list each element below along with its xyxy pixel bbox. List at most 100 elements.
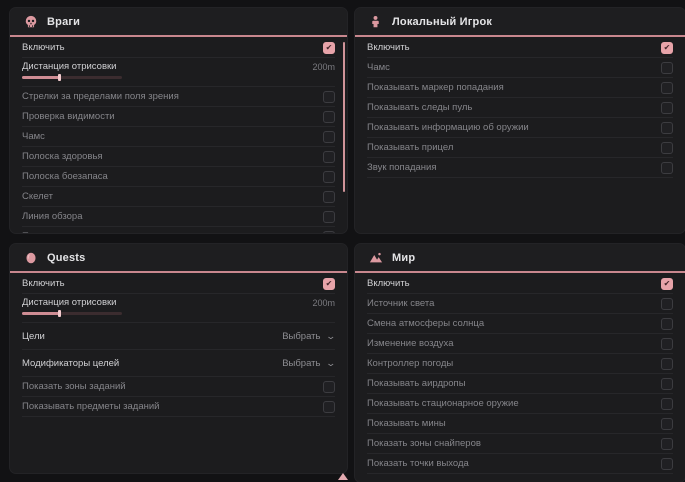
panel-title: Quests <box>47 252 86 264</box>
panel-title: Мир <box>392 252 415 264</box>
row-label: Дистанция отрисовки <box>22 61 116 72</box>
panel-quests-body: Включить ✔ Дистанция отрисовки200m Цели Выбр… <box>10 273 347 417</box>
checkbox[interactable] <box>661 102 673 114</box>
checkbox[interactable] <box>323 171 335 183</box>
panel-title: Враги <box>47 16 80 28</box>
scrollbar[interactable] <box>343 42 345 192</box>
row-checkbox[interactable]: Показать зоны заданий <box>22 377 335 397</box>
row-label: Показывать прицел <box>367 142 453 153</box>
row-label: Показывать маркер попадания <box>367 82 504 93</box>
checkbox[interactable] <box>323 151 335 163</box>
row-checkbox[interactable]: Показывать аирдропы <box>367 374 673 394</box>
panel-title: Локальный Игрок <box>392 16 492 28</box>
checkbox[interactable] <box>661 62 673 74</box>
checkbox[interactable] <box>323 111 335 123</box>
settings-screen: Враги Включить ✔ Дистанция отрисовки 200m Ст… <box>0 0 685 482</box>
slider-value: 200m <box>312 298 335 308</box>
checkbox[interactable]: ✔ <box>661 42 673 54</box>
checkbox[interactable] <box>661 398 673 410</box>
slider-fill <box>22 312 60 315</box>
checkbox[interactable] <box>661 378 673 390</box>
slider-track[interactable] <box>22 76 122 79</box>
slider-handle[interactable] <box>58 310 61 317</box>
row-checkbox[interactable]: Источник света <box>367 294 673 314</box>
row-checkbox[interactable]: Включить✔ <box>367 38 673 58</box>
checkbox[interactable] <box>661 122 673 134</box>
panel-local-player: Локальный Игрок Включить✔ Чамс Показывать … <box>355 8 685 233</box>
checkbox[interactable] <box>323 381 335 393</box>
row-checkbox[interactable]: Показывать маркер попадания <box>367 78 673 98</box>
select-dropdown[interactable]: Выбрать⌄ <box>282 358 335 369</box>
checkbox[interactable] <box>323 401 335 413</box>
row-checkbox[interactable]: Показывать следы пуль <box>22 227 335 233</box>
skull-icon <box>23 14 38 29</box>
checkbox[interactable] <box>661 318 673 330</box>
panel-enemies-header: Враги <box>10 8 347 37</box>
row-checkbox[interactable]: Изменение воздуха <box>367 334 673 354</box>
slider-value: 200m <box>312 62 335 72</box>
checkbox[interactable] <box>323 91 335 103</box>
row-select[interactable]: Цели Выбрать⌄ <box>22 323 335 350</box>
row-label: Проверка видимости <box>22 111 115 122</box>
mountain-icon <box>368 250 383 265</box>
row-checkbox[interactable]: Включить✔ <box>367 274 673 294</box>
row-label: Включить <box>22 278 65 289</box>
row-checkbox[interactable]: Полоска здоровья <box>22 147 335 167</box>
row-checkbox[interactable]: Показывать информацию об оружии <box>367 118 673 138</box>
row-select[interactable]: Модификаторы целейВыбрать⌄ <box>22 350 335 377</box>
row-checkbox[interactable]: Полоска боезапаса <box>22 167 335 187</box>
row-checkbox[interactable]: Чамс <box>367 58 673 78</box>
row-checkbox[interactable]: Показывать следы пуль <box>367 98 673 118</box>
panel-world-header: Мир <box>355 244 685 273</box>
select-value: Выбрать <box>282 331 320 342</box>
row-label: Показать зоны снайперов <box>367 438 481 449</box>
row-label: Цели <box>22 331 45 342</box>
select-dropdown[interactable]: Выбрать⌄ <box>282 331 335 342</box>
checkbox[interactable] <box>323 211 335 223</box>
person-icon <box>368 14 383 29</box>
slider-label-row: Дистанция отрисовки 200m <box>22 61 335 72</box>
slider-handle[interactable] <box>58 74 61 81</box>
row-label: Источник света <box>367 298 434 309</box>
row-label: Показывать стационарное оружие <box>367 398 519 409</box>
row-checkbox[interactable]: Смена атмосферы солнца <box>367 314 673 334</box>
checkbox[interactable] <box>661 82 673 94</box>
row-checkbox[interactable]: Линия обзора <box>22 207 335 227</box>
row-checkbox[interactable]: Показать зоны снайперов <box>367 434 673 454</box>
checkbox[interactable] <box>661 162 673 174</box>
row-checkbox[interactable]: Показывать прицел <box>367 138 673 158</box>
checkbox[interactable] <box>323 191 335 203</box>
row-checkbox[interactable]: Чамс <box>22 127 335 147</box>
row-checkbox[interactable]: Показывать мины <box>367 414 673 434</box>
row-checkbox[interactable]: Звук попадания <box>367 158 673 178</box>
row-slider[interactable]: Дистанция отрисовки200m <box>22 294 335 323</box>
row-checkbox[interactable]: Скелет <box>22 187 335 207</box>
checkbox[interactable] <box>661 298 673 310</box>
checkbox[interactable]: ✔ <box>661 278 673 290</box>
checkbox[interactable] <box>661 438 673 450</box>
checkbox[interactable] <box>661 142 673 154</box>
row-slider[interactable]: Дистанция отрисовки 200m <box>22 58 335 87</box>
checkbox[interactable] <box>661 338 673 350</box>
select-value: Выбрать <box>282 358 320 369</box>
checkbox[interactable] <box>661 458 673 470</box>
slider-track[interactable] <box>22 312 122 315</box>
checkbox[interactable]: ✔ <box>323 42 335 54</box>
row-checkbox[interactable]: Включить ✔ <box>22 274 335 294</box>
checkbox[interactable]: ✔ <box>323 278 335 290</box>
row-checkbox[interactable]: Проверка видимости <box>22 107 335 127</box>
row-checkbox[interactable]: Показывать предметы заданий <box>22 397 335 417</box>
panel-quests: Quests Включить✔Дистанция отрисовки200mЦ… <box>10 244 347 473</box>
row-label: Полоска боезапаса <box>22 171 108 182</box>
row-checkbox[interactable]: Показывать стационарное оружие <box>367 394 673 414</box>
checkbox[interactable] <box>323 131 335 143</box>
checkbox[interactable] <box>661 358 673 370</box>
checkbox[interactable] <box>323 231 335 234</box>
row-label: Полоска здоровья <box>22 151 103 162</box>
checkbox[interactable] <box>661 418 673 430</box>
row-checkbox[interactable]: Контроллер погоды <box>367 354 673 374</box>
row-checkbox[interactable]: Стрелки за пределами поля зрения <box>22 87 335 107</box>
row-label: Чамс <box>367 62 390 73</box>
row-checkbox[interactable]: Включить✔ <box>22 38 335 58</box>
row-checkbox[interactable]: Показать точки выхода <box>367 454 673 474</box>
